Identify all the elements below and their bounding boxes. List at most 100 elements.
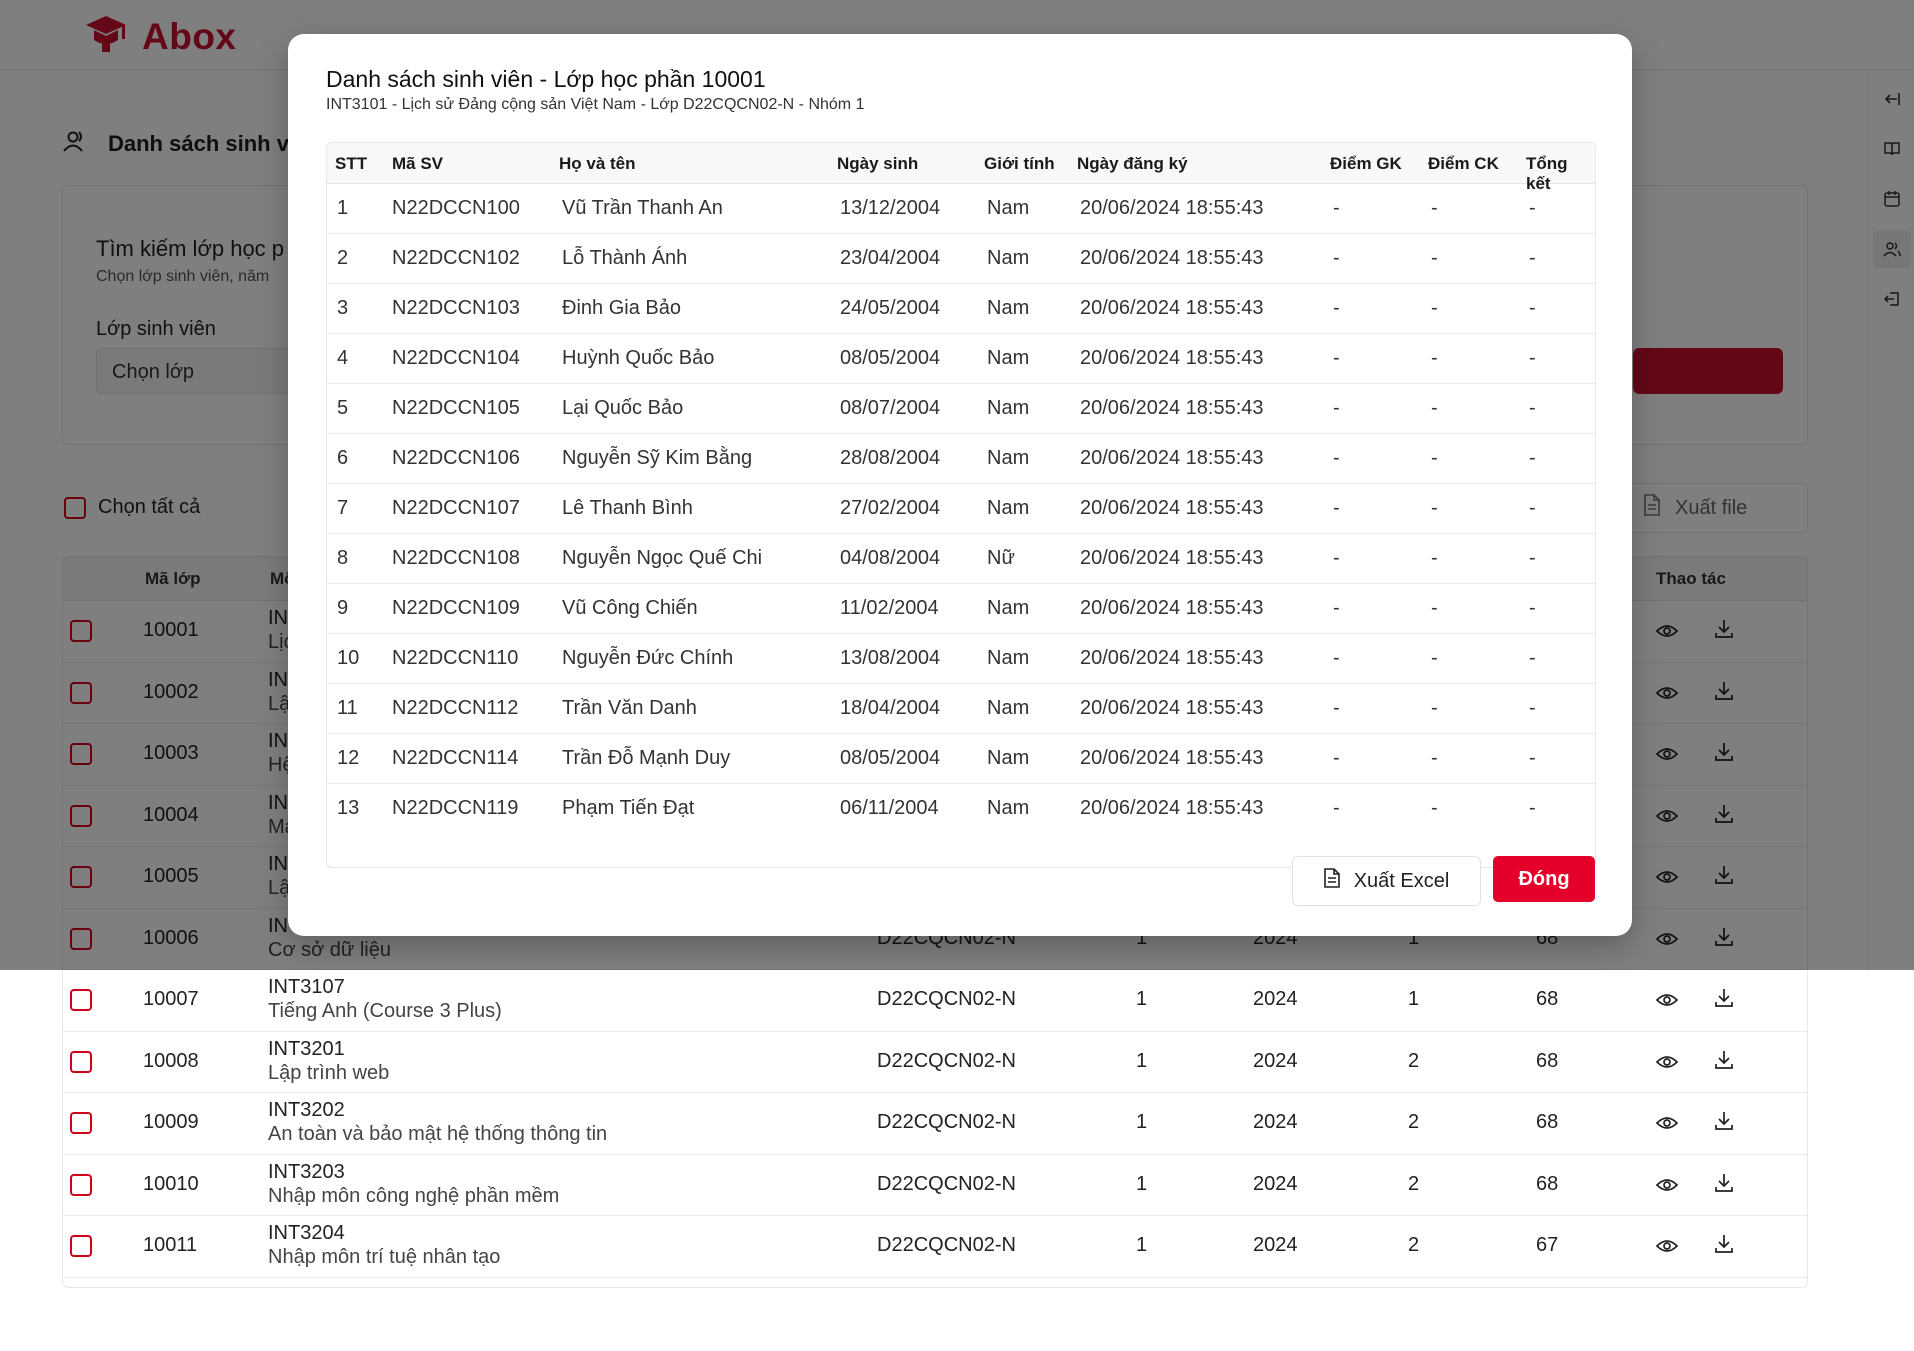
full-name: Vũ Công Chiến [562,597,698,619]
birth-date: 06/11/2004 [840,797,939,819]
midterm-score: - [1333,797,1340,819]
gender: Nam [987,697,1030,719]
total-score: - [1529,247,1536,269]
group: 1 [1136,1234,1148,1256]
total-score: - [1529,347,1536,369]
eye-icon[interactable] [1655,1112,1679,1140]
header-ngay-sinh: Ngày sinh [837,154,919,173]
header-gioi-tinh: Giới tính [984,154,1055,173]
student-count: 68 [1536,1111,1559,1133]
eye-icon[interactable] [1655,1235,1679,1263]
gender: Nam [987,197,1030,219]
total-score: - [1529,747,1536,769]
class-name: D22CQCN02-N [877,1049,1016,1072]
gender: Nam [987,747,1030,769]
year: 2024 [1253,1234,1298,1256]
total-score: - [1529,697,1536,719]
gender: Nam [987,297,1030,319]
student-count: 68 [1536,1049,1559,1072]
row-checkbox[interactable] [70,1173,92,1196]
year: 2024 [1253,1049,1298,1072]
gender: Nam [987,247,1030,269]
total-score: - [1529,297,1536,319]
student-id: N22DCCN105 [392,397,520,419]
row-checkbox[interactable] [70,1235,92,1257]
final-score: - [1431,547,1438,569]
table-row: 3 N22DCCN103 Đinh Gia Bảo 24/05/2004 Nam 20/0… [327,284,1595,334]
student-id: N22DCCN119 [392,797,519,819]
stt: 4 [337,347,349,369]
midterm-score: - [1333,297,1340,319]
student-id: N22DCCN109 [392,597,520,619]
row-checkbox[interactable] [70,989,92,1011]
gender: Nữ [987,547,1015,569]
subject-code: INT3201 [268,1037,345,1060]
register-date: 20/06/2024 18:55:43 [1080,297,1264,319]
eye-icon[interactable] [1655,1174,1679,1202]
export-excel-button[interactable]: Xuất Excel [1292,856,1481,906]
download-icon[interactable] [1713,1233,1735,1261]
total-score: - [1529,447,1536,469]
subject-code: INT3205 [268,1284,345,1288]
table-row[interactable]: 10011 INT3204 Nhập môn trí tuệ nhân tạo D22… [63,1216,1807,1278]
total-score: - [1529,397,1536,419]
table-row[interactable]: INT3205 [63,1278,1807,1288]
download-icon[interactable] [1713,1172,1735,1200]
eye-icon[interactable] [1655,989,1679,1017]
student-count: 68 [1536,988,1559,1010]
semester: 2 [1408,1172,1420,1195]
gender: Nam [987,497,1030,519]
student-count: 68 [1536,1172,1559,1195]
midterm-score: - [1333,347,1340,369]
student-id: N22DCCN106 [392,447,520,469]
student-id: N22DCCN100 [392,197,520,219]
class-name: D22CQCN02-N [877,1234,1016,1256]
student-id: N22DCCN104 [392,347,520,369]
download-icon[interactable] [1713,1110,1735,1138]
download-icon[interactable] [1713,987,1735,1015]
row-checkbox[interactable] [70,1112,92,1134]
eye-icon[interactable] [1655,1051,1679,1079]
full-name: Đinh Gia Bảo [562,297,681,319]
table-row[interactable]: 10007 INT3107 Tiếng Anh (Course 3 Plus) D22… [63,970,1807,1032]
table-row[interactable]: 10010 INT3203 Nhập môn công nghệ phần mềm D… [63,1155,1807,1216]
group: 1 [1136,1111,1148,1133]
subject-code: INT3204 [268,1222,345,1244]
gender: Nam [987,347,1030,369]
stt: 10 [337,647,360,669]
table-row[interactable]: 10009 INT3202 An toàn và bảo mật hệ thống … [63,1093,1807,1155]
student-list-modal: Danh sách sinh viên - Lớp học phần 10001… [288,34,1632,936]
table-row: 12 N22DCCN114 Trần Đỗ Mạnh Duy 08/05/2004 Na… [327,734,1595,784]
final-score: - [1431,197,1438,219]
register-date: 20/06/2024 18:55:43 [1080,597,1264,619]
row-checkbox[interactable] [70,1050,92,1073]
course-code: 10008 [143,1049,199,1072]
midterm-score: - [1333,647,1340,669]
midterm-score: - [1333,547,1340,569]
subject-code: INT3203 [268,1160,345,1183]
birth-date: 08/05/2004 [840,347,941,369]
birth-date: 23/04/2004 [840,247,941,269]
register-date: 20/06/2024 18:55:43 [1080,547,1264,569]
midterm-score: - [1333,747,1340,769]
midterm-score: - [1333,597,1340,619]
stt: 8 [337,547,349,569]
table-row: 6 N22DCCN106 Nguyễn Sỹ Kim Bằng 28/08/2004 N… [327,434,1595,484]
close-button[interactable]: Đóng [1493,856,1595,902]
header-ma-sv: Mã SV [392,154,444,173]
subject-name: An toàn và bảo mật hệ thống thông tin [268,1123,608,1145]
table-row[interactable]: 10008 INT3201 Lập trình web D22CQCN02-N 1 202… [63,1032,1807,1093]
download-icon[interactable] [1713,1049,1735,1077]
birth-date: 27/02/2004 [840,497,941,519]
table-row: 13 N22DCCN119 Phạm Tiến Đạt 06/11/2004 Nam 20… [327,784,1595,834]
subject-name: Tiếng Anh (Course 3 Plus) [268,1000,502,1022]
midterm-score: - [1333,397,1340,419]
subject-name: Nhập môn công nghệ phần mềm [268,1184,560,1207]
birth-date: 11/02/2004 [840,597,939,619]
register-date: 20/06/2024 18:55:43 [1080,647,1264,669]
year: 2024 [1253,1111,1298,1133]
stt: 1 [337,197,349,219]
total-score: - [1529,197,1536,219]
final-score: - [1431,647,1438,669]
stt: 9 [337,597,349,619]
